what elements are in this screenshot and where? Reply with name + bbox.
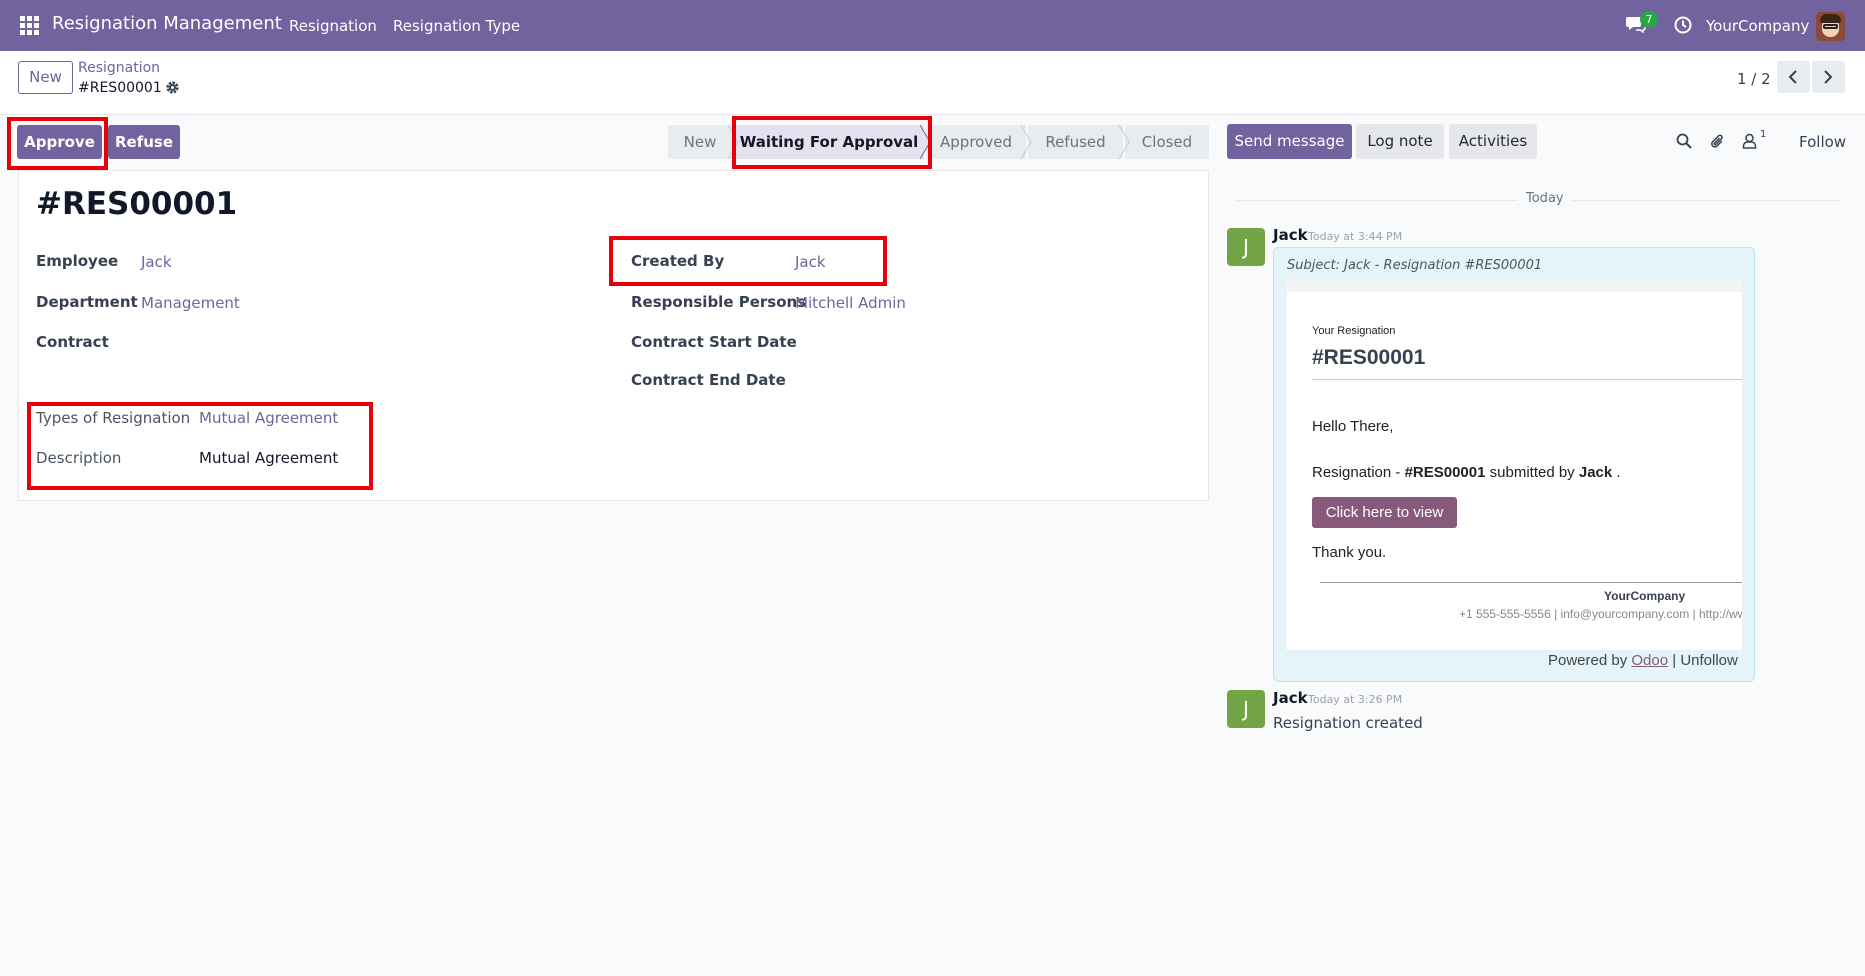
pager-value: 1 / 2 xyxy=(1737,70,1771,88)
responsible-persons-label: Responsible Persons xyxy=(631,293,807,311)
employee-value[interactable]: Jack xyxy=(141,253,172,271)
description-label: Description xyxy=(36,449,122,467)
message-time: Today at 3:44 PM xyxy=(1308,230,1403,243)
user-avatar[interactable] xyxy=(1816,12,1845,41)
chevron-left-icon xyxy=(1788,70,1797,84)
message-subject: Subject: Jack - Resignation #RES00001 xyxy=(1287,258,1543,273)
pager-previous-button[interactable] xyxy=(1777,61,1810,93)
follower-count: 1 xyxy=(1760,129,1767,140)
paperclip-icon[interactable] xyxy=(1710,133,1726,150)
apps-menu-icon[interactable] xyxy=(20,16,39,35)
types-of-resignation-value[interactable]: Mutual Agreement xyxy=(199,409,338,427)
stage-refused[interactable]: Refused xyxy=(1028,125,1123,159)
message-author-avatar[interactable]: J xyxy=(1227,690,1265,728)
search-icon[interactable] xyxy=(1676,133,1692,149)
odoo-link[interactable]: Odoo xyxy=(1631,652,1668,669)
activity-clock-icon[interactable] xyxy=(1674,16,1692,34)
stage-new[interactable]: New xyxy=(668,125,732,159)
message-author[interactable]: Jack xyxy=(1273,689,1308,707)
activities-button[interactable]: Activities xyxy=(1449,124,1537,159)
log-note-button[interactable]: Log note xyxy=(1356,124,1444,159)
message-author[interactable]: Jack xyxy=(1273,226,1308,244)
types-of-resignation-label: Types of Resignation xyxy=(36,409,191,427)
follow-button[interactable]: Follow xyxy=(1799,133,1846,151)
email-powered-by: Powered by Odoo | Unfollow xyxy=(1548,652,1738,669)
followers-icon[interactable] xyxy=(1742,133,1757,149)
approve-button[interactable]: Approve xyxy=(17,125,102,159)
email-small-heading: Your Resignation xyxy=(1312,325,1396,337)
email-title: #RES00001 xyxy=(1312,346,1426,369)
email-line: Resignation - #RES00001 submitted by Jac… xyxy=(1312,464,1621,481)
email-company: YourCompany xyxy=(1604,589,1686,603)
stage-approved[interactable]: Approved xyxy=(926,125,1026,159)
contract-end-date-label: Contract End Date xyxy=(631,371,786,389)
breadcrumb-parent[interactable]: Resignation xyxy=(78,60,160,76)
employee-label: Employee xyxy=(36,252,119,270)
company-switcher[interactable]: YourCompany xyxy=(1706,17,1809,35)
stage-arrow-separator xyxy=(1021,125,1032,159)
messages-count-badge: 7 xyxy=(1640,11,1658,28)
contract-start-date-label: Contract Start Date xyxy=(631,333,797,351)
created-by-value[interactable]: Jack xyxy=(795,253,826,271)
refuse-button[interactable]: Refuse xyxy=(108,125,180,159)
message-author-avatar[interactable]: J xyxy=(1227,228,1265,266)
responsible-persons-value[interactable]: Mitchell Admin xyxy=(795,294,906,312)
new-button[interactable]: New xyxy=(18,61,73,94)
app-title[interactable]: Resignation Management xyxy=(52,13,282,34)
stage-arrow-separator xyxy=(728,125,739,159)
stage-waiting-for-approval[interactable]: Waiting For Approval xyxy=(734,125,924,159)
breadcrumb-current: #RES00001 xyxy=(78,80,162,96)
control-panel xyxy=(0,51,1865,115)
gear-icon[interactable] xyxy=(165,80,180,95)
email-thanks: Thank you. xyxy=(1312,544,1387,561)
email-footer-divider xyxy=(1320,582,1742,583)
menu-resignation[interactable]: Resignation xyxy=(289,17,377,35)
department-value[interactable]: Management xyxy=(141,294,240,312)
menu-resignation-type[interactable]: Resignation Type xyxy=(393,17,520,35)
stage-arrow-separator xyxy=(1119,125,1130,159)
department-label: Department xyxy=(36,293,138,311)
description-value[interactable]: Mutual Agreement xyxy=(199,449,338,467)
email-contact: +1 555-555-5556 | info@yourcompany.com |… xyxy=(1459,607,1742,621)
email-greeting: Hello There, xyxy=(1312,418,1394,435)
message-body: Resignation created xyxy=(1273,714,1423,732)
stage-arrow-separator xyxy=(920,125,931,159)
email-view-button[interactable]: Click here to view xyxy=(1312,497,1457,528)
record-title: #RES00001 xyxy=(36,186,238,222)
pager-next-button[interactable] xyxy=(1812,61,1845,93)
message-time: Today at 3:26 PM xyxy=(1308,693,1403,706)
created-by-label: Created By xyxy=(631,252,725,270)
top-navbar: Resignation Management Resignation Resig… xyxy=(0,0,1865,51)
date-separator-label: Today xyxy=(1518,191,1572,206)
stage-closed[interactable]: Closed xyxy=(1125,125,1209,159)
contract-label: Contract xyxy=(36,333,109,351)
email-divider xyxy=(1312,379,1742,380)
send-message-button[interactable]: Send message xyxy=(1227,124,1352,159)
chevron-right-icon xyxy=(1824,70,1833,84)
